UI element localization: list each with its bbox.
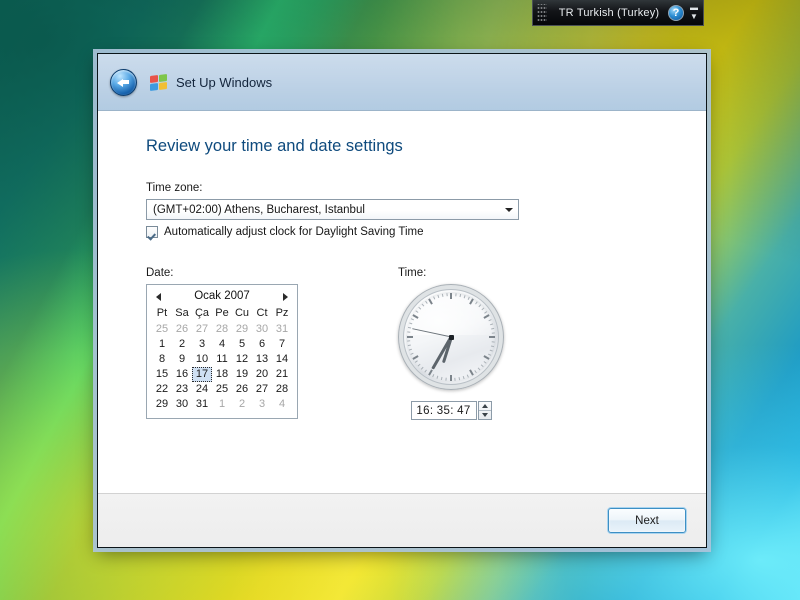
window-footer: Next [98,493,706,547]
clock-area: 16: 35: 47 [398,284,504,420]
calendar-day[interactable]: 31 [272,322,292,337]
calendar-month-title[interactable]: Ocak 2007 [194,290,250,302]
page-title: Review your time and date settings [146,137,403,155]
time-input[interactable]: 16: 35: 47 [410,401,477,420]
calendar-day[interactable]: 25 [152,322,172,337]
calendar-day[interactable]: 3 [192,337,212,352]
language-bar-controls[interactable]: ▬ ▼ [688,4,700,21]
calendar-day-selected[interactable]: 17 [192,367,212,382]
calendar-day[interactable]: 13 [252,352,272,367]
calendar-day-header: Pe [215,307,229,319]
calendar-day[interactable]: 12 [232,352,252,367]
calendar-day[interactable]: 26 [172,322,192,337]
calendar-day[interactable]: 11 [212,352,232,367]
chevron-down-icon[interactable] [500,200,518,219]
calendar-day[interactable]: 5 [232,337,252,352]
calendar-day[interactable]: 30 [252,322,272,337]
calendar-header: Ocak 2007 [152,289,292,306]
time-label: Time: [398,267,427,279]
time-stepper-down-icon[interactable] [479,411,491,419]
analog-clock [398,284,504,390]
time-stepper[interactable] [477,401,492,420]
calendar-day-header: Cu [234,307,250,319]
calendar-day[interactable]: 26 [232,382,252,397]
calendar-day-header: Pz [275,307,289,319]
calendar-day[interactable]: 27 [252,382,272,397]
calendar-day-header: Sa [175,307,189,319]
calendar-day[interactable]: 9 [172,352,192,367]
help-icon[interactable]: ? [668,4,684,21]
calendar-day[interactable]: 6 [252,337,272,352]
calendar-day[interactable]: 7 [272,337,292,352]
calendar-day[interactable]: 1 [152,337,172,352]
windows-flag-icon [150,73,167,91]
clock-center-hub [448,334,454,340]
calendar-day[interactable]: 4 [212,337,232,352]
calendar-day[interactable]: 29 [152,397,172,412]
time-stepper-up-icon[interactable] [478,402,491,411]
calendar-day-header: Pt [156,307,168,319]
date-column: Date: Ocak 2007 Pt Sa Ça Pe Cu Ct Pz 25 26 27 28 29… [146,267,351,420]
calendar-day[interactable]: 24 [192,382,212,397]
time-column: Time: 16: 35: 47 [398,267,504,420]
window-content: Review your time and date settings Time … [98,110,706,493]
calendar-day[interactable]: 22 [152,382,172,397]
calendar-next-month-icon[interactable] [280,290,290,302]
calendar-day-header: Ct [256,307,268,319]
calendar-day[interactable]: 27 [192,322,212,337]
setup-window: Set Up Windows Review your time and date… [97,53,707,548]
date-time-section: Date: Ocak 2007 Pt Sa Ça Pe Cu Ct Pz 25 26 27 28 29… [146,267,706,420]
calendar-day[interactable]: 16 [172,367,192,382]
calendar-grid[interactable]: Pt Sa Ça Pe Cu Ct Pz 25 26 27 28 29 30 31 1 2 3 4 5 6 7 8 9 10 1… [152,306,292,412]
language-bar[interactable]: TR Turkish (Turkey) ? ▬ ▼ [532,0,704,26]
calendar-day[interactable]: 10 [192,352,212,367]
calendar-day[interactable]: 18 [212,367,232,382]
calendar-day[interactable]: 21 [272,367,292,382]
language-bar-label: TR Turkish (Turkey) [558,6,660,19]
calendar-day[interactable]: 15 [152,367,172,382]
calendar-day-header: Ça [194,307,210,319]
calendar-day[interactable]: 3 [252,397,272,412]
language-bar-grip-icon[interactable] [537,3,547,22]
calendar-day[interactable]: 1 [212,397,232,412]
window-title: Set Up Windows [176,74,273,90]
next-button[interactable]: Next [608,508,686,533]
calendar-day[interactable]: 23 [172,382,192,397]
calendar-day[interactable]: 19 [232,367,252,382]
calendar[interactable]: Ocak 2007 Pt Sa Ça Pe Cu Ct Pz 25 26 27 28 29 30 31 1 2… [146,284,298,419]
calendar-day[interactable]: 2 [172,337,192,352]
calendar-day[interactable]: 30 [172,397,192,412]
calendar-prev-month-icon[interactable] [154,290,164,302]
daylight-saving-label: Automatically adjust clock for Daylight … [164,226,424,238]
calendar-day[interactable]: 20 [252,367,272,382]
daylight-saving-checkbox[interactable] [146,226,158,238]
desktop-background: TR Turkish (Turkey) ? ▬ ▼ Set Up Windows… [0,0,800,600]
calendar-day[interactable]: 8 [152,352,172,367]
calendar-day[interactable]: 25 [212,382,232,397]
timezone-selected-value: (GMT+02:00) Athens, Bucharest, Istanbul [153,203,365,216]
timezone-select[interactable]: (GMT+02:00) Athens, Bucharest, Istanbul [146,199,519,220]
calendar-day[interactable]: 29 [232,322,252,337]
window-titlebar: Set Up Windows [98,54,706,110]
minimize-icon[interactable]: ▬ [690,4,698,12]
calendar-day[interactable]: 2 [232,397,252,412]
calendar-day[interactable]: 4 [272,397,292,412]
calendar-day[interactable]: 31 [192,397,212,412]
back-button[interactable] [110,68,137,96]
date-label: Date: [146,267,174,279]
calendar-day[interactable]: 28 [212,322,232,337]
time-spinner[interactable]: 16: 35: 47 [410,401,492,420]
daylight-saving-row[interactable]: Automatically adjust clock for Daylight … [146,226,706,238]
timezone-label: Time zone: [146,182,203,194]
chevron-down-icon[interactable]: ▼ [690,13,698,21]
calendar-day[interactable]: 14 [272,352,292,367]
calendar-day[interactable]: 28 [272,382,292,397]
